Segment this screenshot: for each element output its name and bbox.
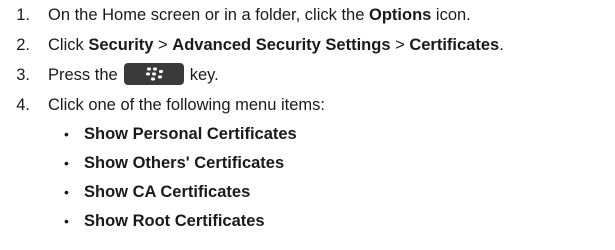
- step-4: 4. Click one of the following menu items…: [0, 90, 615, 120]
- menu-item-show-root-certificates: Show Root Certificates: [84, 212, 265, 230]
- step-2: 2. Click Security > Advanced Security Se…: [0, 30, 615, 60]
- step-text-pre: Press the: [48, 66, 118, 84]
- step-text-pre: Click: [48, 36, 89, 54]
- step-text-post: .: [499, 36, 504, 54]
- advanced-security-settings-label: Advanced Security Settings: [172, 36, 391, 54]
- step-number: 4.: [16, 96, 30, 114]
- list-item: • Show Others' Certificates: [0, 149, 615, 178]
- path-separator: >: [153, 36, 173, 54]
- step-text-pre: On the Home screen or in a folder, click…: [48, 6, 369, 24]
- step-text: Click one of the following menu items:: [48, 96, 325, 114]
- menu-item-show-others-certificates: Show Others' Certificates: [84, 154, 285, 172]
- instruction-steps: 1. On the Home screen or in a folder, cl…: [0, 0, 615, 120]
- list-item: • Show CA Certificates: [0, 178, 615, 207]
- blackberry-menu-key-icon: [123, 62, 184, 85]
- step-text-post: icon.: [431, 6, 471, 24]
- menu-item-show-personal-certificates: Show Personal Certificates: [84, 125, 297, 143]
- step-text: Click Security > Advanced Security Setti…: [48, 30, 504, 60]
- step-number: 2.: [16, 36, 30, 54]
- menu-item-show-ca-certificates: Show CA Certificates: [84, 183, 251, 201]
- bullet: •: [64, 155, 69, 171]
- step-number: 3.: [16, 66, 30, 84]
- certificates-label: Certificates: [409, 36, 500, 54]
- menu-item-list: • Show Personal Certificates • Show Othe…: [0, 120, 615, 236]
- step-3: 3. Press the key.: [0, 60, 615, 90]
- bullet: •: [64, 126, 69, 142]
- step-text-post: key.: [189, 66, 219, 84]
- bullet: •: [64, 213, 69, 229]
- step-text: Press the key.: [48, 60, 219, 90]
- security-label: Security: [88, 36, 154, 54]
- options-label: Options: [369, 6, 432, 24]
- step-text: On the Home screen or in a folder, click…: [48, 0, 471, 30]
- path-separator: >: [390, 36, 410, 54]
- list-item: • Show Personal Certificates: [0, 120, 615, 149]
- step-1: 1. On the Home screen or in a folder, cl…: [0, 0, 615, 30]
- blackberry-logo-icon: [145, 67, 163, 81]
- step-number: 1.: [16, 6, 30, 24]
- list-item: • Show Root Certificates: [0, 207, 615, 236]
- bullet: •: [64, 184, 69, 200]
